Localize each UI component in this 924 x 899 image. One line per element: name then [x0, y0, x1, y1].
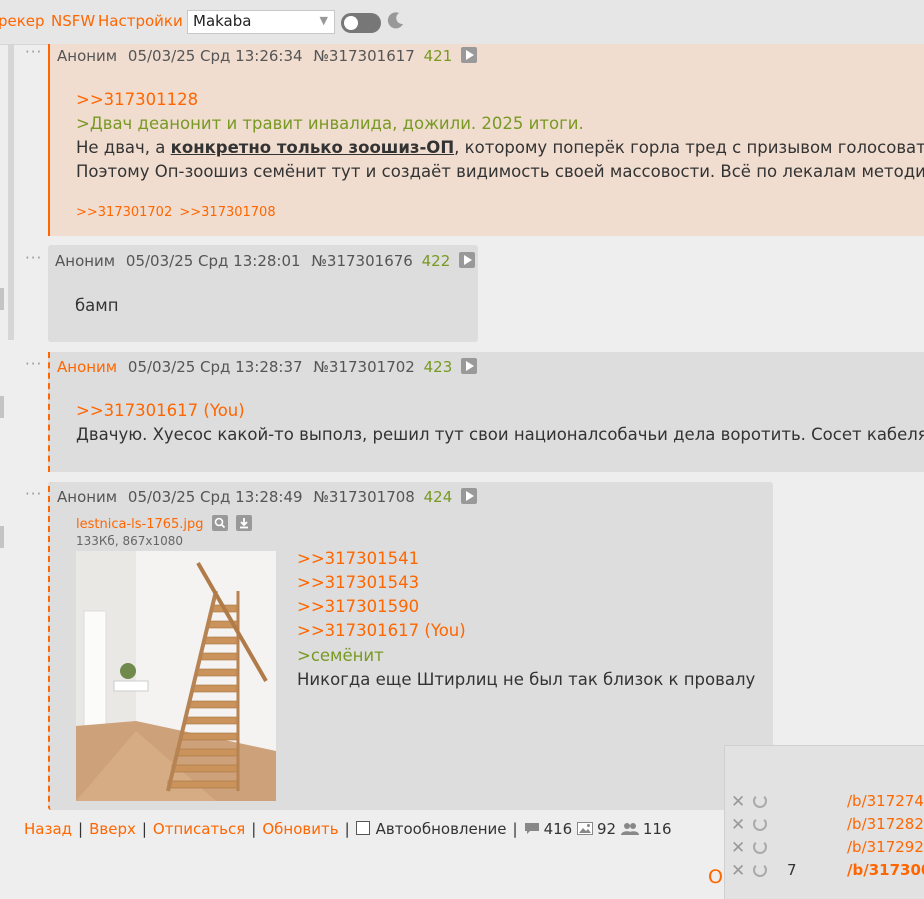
style-select-value: Makaba	[193, 12, 252, 30]
file-meta: 133Кб, 867x1080	[76, 534, 183, 548]
reply-link[interactable]: >>317301541	[297, 547, 419, 571]
post-count: 424	[423, 488, 453, 506]
post-422: Аноним 05/03/25 Срд 13:28:01 №317301676 …	[48, 245, 478, 342]
post-header: Аноним 05/03/25 Срд 13:28:49 №317301708 …	[57, 488, 478, 506]
post-number[interactable]: №317301676	[311, 252, 413, 270]
post-count: 422	[421, 252, 451, 270]
post-number[interactable]: №317301702	[313, 358, 415, 376]
close-icon[interactable]: ✕	[731, 838, 745, 858]
refresh-icon[interactable]	[753, 794, 767, 808]
post-text: Двачую. Хуесос какой-то выполз, решил ту…	[76, 425, 924, 444]
left-edge-marker	[0, 288, 4, 310]
left-edge-marker	[0, 526, 4, 548]
play-icon[interactable]	[459, 252, 476, 268]
theme-toggle[interactable]	[341, 13, 381, 33]
toggle-knob	[344, 16, 358, 30]
download-icon[interactable]	[235, 515, 252, 531]
posters-icon	[620, 823, 639, 835]
refresh-icon[interactable]	[753, 863, 767, 877]
reply-backlink[interactable]: >>317301702	[76, 205, 172, 220]
reply-link[interactable]: >>317301617 (You)	[76, 399, 245, 423]
top-bar: рекер NSFW Настройки Makaba ▼	[0, 0, 924, 45]
thread-footer: Назад | Вверх | Отписаться | Обновить | Автообно…	[24, 820, 672, 838]
file-name-link[interactable]: lestnica-ls-1765.jpg	[76, 517, 204, 532]
post-text-line: Не двач, а конкретно только зоошиз-ОП, к…	[76, 138, 924, 157]
thread-link[interactable]: /b/317292	[847, 838, 924, 856]
favorites-panel: ✕ /b/317274 ✕ /b/317282 ✕ /b/317292 ✕ 7 …	[724, 745, 924, 899]
reply-link[interactable]: >>317301543	[297, 571, 419, 595]
close-icon[interactable]: ✕	[731, 815, 745, 835]
post-count: 421	[423, 47, 453, 65]
post-date: 05/03/25 Срд 13:28:37	[127, 358, 303, 376]
reply-link[interactable]: >>317301590	[297, 595, 419, 619]
close-icon[interactable]: ✕	[731, 792, 745, 812]
post-423: Аноним 05/03/25 Срд 13:28:37 №317301702 …	[48, 352, 924, 472]
thread-link[interactable]: /b/317274	[847, 792, 924, 810]
post-date: 05/03/25 Срд 13:26:34	[127, 47, 303, 65]
refresh-icon[interactable]	[753, 840, 767, 854]
post-text-line: Поэтому Оп-зоошиз семёнит тут и создаёт …	[76, 162, 924, 181]
corner-label: О	[708, 866, 723, 888]
close-icon[interactable]: ✕	[731, 861, 745, 881]
post-number[interactable]: №317301708	[313, 488, 415, 506]
autoupdate-checkbox[interactable]	[355, 821, 370, 835]
up-link[interactable]: Вверх	[89, 820, 136, 838]
post-text: Никогда еще Штирлиц не был так близок к …	[297, 670, 756, 689]
poster-name: Аноним	[57, 47, 118, 65]
style-select[interactable]: Makaba ▼	[187, 10, 335, 34]
unsubscribe-link[interactable]: Отписаться	[153, 820, 245, 838]
poster-name: Аноним	[57, 358, 118, 376]
left-edge-marker	[0, 396, 4, 418]
post-count: 423	[423, 358, 453, 376]
images-icon	[577, 822, 593, 835]
post-date: 05/03/25 Срд 13:28:01	[125, 252, 301, 270]
post-text: бамп	[75, 296, 119, 315]
favorites-row: ✕ 7 /b/317300	[725, 860, 924, 881]
favorites-row: ✕ /b/317274	[725, 791, 924, 812]
file-name[interactable]: lestnica-ls-1765.jpg	[76, 515, 252, 532]
greentext: >Двач деанонит и травит инвалида, дожили…	[76, 114, 584, 133]
thread-side-bar	[8, 44, 14, 340]
greentext: >семёнит	[297, 646, 384, 665]
post-header: Аноним 05/03/25 Срд 13:28:37 №317301702 …	[57, 358, 478, 376]
reply-link[interactable]: >>317301128	[76, 88, 198, 112]
settings-link[interactable]: Настройки	[98, 12, 183, 30]
search-image-icon[interactable]	[211, 515, 228, 531]
favorites-row: ✕ /b/317282	[725, 814, 924, 835]
post-replies: >>317301702 >>317301708	[76, 205, 276, 220]
post-menu-icon[interactable]: ···	[25, 45, 42, 60]
image-thumbnail[interactable]	[76, 551, 276, 801]
back-link[interactable]: Назад	[24, 820, 72, 838]
comments-icon	[524, 823, 539, 834]
refresh-link[interactable]: Обновить	[262, 820, 338, 838]
nsfw-link[interactable]: NSFW	[51, 12, 95, 30]
posts-count: 416	[543, 820, 573, 838]
post-menu-icon[interactable]: ···	[25, 487, 42, 502]
poster-name: Аноним	[57, 488, 118, 506]
post-header: Аноним 05/03/25 Срд 13:28:01 №317301676 …	[55, 252, 476, 270]
posters-count: 116	[642, 820, 672, 838]
refresh-icon[interactable]	[753, 817, 767, 831]
post-date: 05/03/25 Срд 13:28:49	[127, 488, 303, 506]
play-icon[interactable]	[461, 47, 478, 63]
post-menu-icon[interactable]: ···	[25, 251, 42, 266]
thread-link[interactable]: /b/317300	[847, 861, 924, 879]
chevron-down-icon: ▼	[319, 14, 328, 27]
reply-backlink[interactable]: >>317301708	[179, 205, 275, 220]
post-menu-icon[interactable]: ···	[25, 357, 42, 372]
post-header: Аноним 05/03/25 Срд 13:26:34 №317301617 …	[57, 47, 478, 65]
post-421: Аноним 05/03/25 Срд 13:26:34 №317301617 …	[48, 44, 924, 236]
reply-link[interactable]: >>317301617 (You)	[297, 619, 466, 643]
poster-name: Аноним	[55, 252, 116, 270]
thread-link[interactable]: /b/317282	[847, 815, 924, 833]
images-count: 92	[597, 820, 617, 838]
post-number[interactable]: №317301617	[313, 47, 415, 65]
tracker-link[interactable]: рекер	[0, 12, 45, 30]
autoupdate-label: Автообновление	[375, 820, 507, 838]
play-icon[interactable]	[461, 358, 478, 374]
favorites-row: ✕ /b/317292	[725, 837, 924, 858]
new-posts-count: 7	[787, 861, 797, 879]
moon-icon	[387, 12, 403, 29]
play-icon[interactable]	[461, 488, 478, 504]
